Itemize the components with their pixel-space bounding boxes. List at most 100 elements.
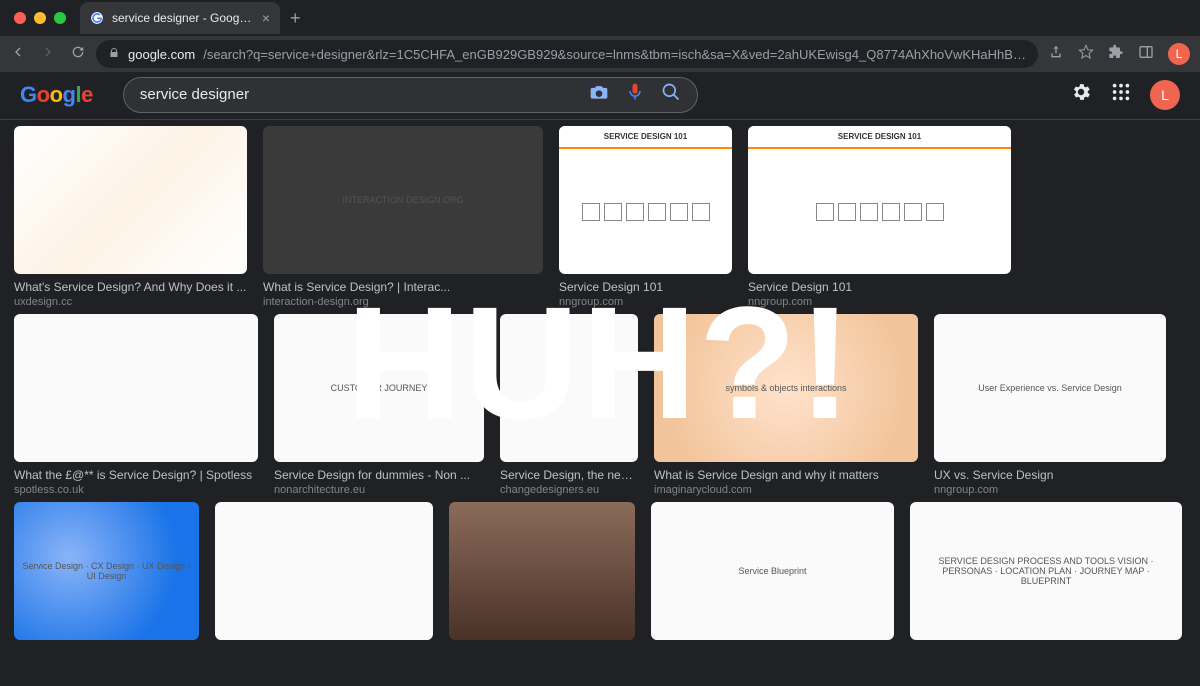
image-result[interactable]: INTERACTION DESIGN.ORG What is Service De…	[263, 126, 543, 308]
thumb-header-text: SERVICE DESIGN 101	[559, 126, 732, 149]
result-title: UX vs. Service Design	[934, 468, 1166, 482]
image-result[interactable]: CUSTOMER JOURNEY Service Design for dummi…	[274, 314, 484, 496]
image-result[interactable]: Service Design, the new Change ... change…	[500, 314, 638, 496]
apps-icon[interactable]	[1110, 81, 1132, 108]
mic-icon[interactable]	[625, 82, 645, 107]
back-button[interactable]	[10, 44, 26, 65]
toolbar-right: L	[1048, 43, 1190, 65]
thumb-inner-text: INTERACTION DESIGN.ORG	[263, 126, 543, 274]
thumb-inner-text	[14, 126, 247, 274]
extensions-icon[interactable]	[1108, 44, 1124, 65]
google-logo[interactable]: Google	[20, 82, 93, 108]
thumb-inner-text	[14, 314, 258, 462]
account-avatar[interactable]: L	[1150, 80, 1180, 110]
result-source: uxdesign.cc	[14, 296, 247, 308]
result-thumbnail[interactable]: SERVICE DESIGN 101	[748, 126, 1011, 274]
image-result[interactable]: SERVICE DESIGN 101 Service Design 101 nngr…	[748, 126, 1011, 308]
search-bar[interactable]	[123, 77, 698, 113]
nav-buttons	[10, 44, 86, 65]
thumb-header-text: SERVICE DESIGN 101	[748, 126, 1011, 149]
result-thumbnail[interactable]	[449, 502, 635, 640]
result-title: What the £@** is Service Design? | Spotl…	[14, 468, 258, 482]
image-results-grid: What's Service Design? And Why Does it .…	[0, 120, 1200, 646]
image-result[interactable]: What's Service Design? And Why Does it .…	[14, 126, 247, 308]
profile-avatar[interactable]: L	[1168, 43, 1190, 65]
result-thumbnail[interactable]: User Experience vs. Service Design	[934, 314, 1166, 462]
panel-icon[interactable]	[1138, 44, 1154, 65]
settings-icon[interactable]	[1070, 81, 1092, 108]
result-title: Service Design, the new Change ...	[500, 468, 638, 482]
image-result[interactable]: symbols & objects interactions What is Se…	[654, 314, 918, 496]
thumb-inner-text: Service Blueprint	[651, 502, 894, 640]
result-title: Service Design for dummies - Non ...	[274, 468, 484, 482]
image-result[interactable]: SERVICE DESIGN PROCESS AND TOOLS VISION …	[910, 502, 1182, 640]
result-thumbnail[interactable]: symbols & objects interactions	[654, 314, 918, 462]
browser-toolbar: google.com /search?q=service+designer&rl…	[0, 36, 1200, 72]
search-bar-icons	[589, 82, 681, 107]
share-icon[interactable]	[1048, 44, 1064, 65]
image-result[interactable]: Service Blueprint	[651, 502, 894, 640]
forward-button[interactable]	[40, 44, 56, 65]
tab-title: service designer - Google Sear…	[112, 11, 254, 25]
thumb-inner-text	[449, 502, 635, 640]
result-thumbnail[interactable]	[14, 126, 247, 274]
results-row: Service Design · CX Design · UX Design ·…	[14, 502, 1186, 640]
image-result[interactable]: User Experience vs. Service Design UX vs.…	[934, 314, 1166, 496]
result-thumbnail[interactable]: INTERACTION DESIGN.ORG	[263, 126, 543, 274]
window-minimize-button[interactable]	[34, 12, 46, 24]
tab-close-icon[interactable]: ×	[262, 10, 270, 26]
thumb-inner-text: CUSTOMER JOURNEY	[274, 314, 484, 462]
result-thumbnail[interactable]: SERVICE DESIGN 101	[559, 126, 732, 274]
result-thumbnail[interactable]	[500, 314, 638, 462]
camera-icon[interactable]	[589, 82, 609, 107]
result-title: Service Design 101	[559, 280, 732, 294]
image-result[interactable]: Service Design · CX Design · UX Design ·…	[14, 502, 199, 640]
thumb-inner-text: SERVICE DESIGN PROCESS AND TOOLS VISION …	[910, 502, 1182, 640]
search-icon[interactable]	[661, 82, 681, 107]
browser-tab[interactable]: service designer - Google Sear… ×	[80, 2, 280, 34]
result-source: changedesigners.eu	[500, 484, 638, 496]
google-header: Google L	[0, 72, 1200, 120]
new-tab-button[interactable]: +	[280, 8, 311, 29]
results-row: What the £@** is Service Design? | Spotl…	[14, 314, 1186, 496]
url-path: /search?q=service+designer&rlz=1C5CHFA_e…	[203, 47, 1026, 62]
result-thumbnail[interactable]: SERVICE DESIGN PROCESS AND TOOLS VISION …	[910, 502, 1182, 640]
header-right: L	[1070, 80, 1180, 110]
result-title: Service Design 101	[748, 280, 1011, 294]
thumb-inner-text: User Experience vs. Service Design	[934, 314, 1166, 462]
result-title: What is Service Design? | Interac...	[263, 280, 543, 294]
result-thumbnail[interactable]: Service Blueprint	[651, 502, 894, 640]
result-source: imaginarycloud.com	[654, 484, 918, 496]
bookmark-icon[interactable]	[1078, 44, 1094, 65]
reload-button[interactable]	[70, 44, 86, 65]
thumb-inner-text: symbols & objects interactions	[654, 314, 918, 462]
image-result[interactable]	[449, 502, 635, 640]
google-favicon	[90, 11, 104, 25]
result-source: nngroup.com	[559, 296, 732, 308]
result-source: nonarchitecture.eu	[274, 484, 484, 496]
window-controls	[8, 12, 66, 24]
result-source: nngroup.com	[748, 296, 1011, 308]
result-source: nngroup.com	[934, 484, 1166, 496]
result-thumbnail[interactable]	[14, 314, 258, 462]
result-thumbnail[interactable]: CUSTOMER JOURNEY	[274, 314, 484, 462]
url-host: google.com	[128, 47, 195, 62]
lock-icon	[108, 47, 120, 62]
window-maximize-button[interactable]	[54, 12, 66, 24]
results-row: What's Service Design? And Why Does it .…	[14, 126, 1186, 308]
result-thumbnail[interactable]: Service Design · CX Design · UX Design ·…	[14, 502, 199, 640]
search-input[interactable]	[140, 86, 575, 103]
result-title: What is Service Design and why it matter…	[654, 468, 918, 482]
result-thumbnail[interactable]	[215, 502, 433, 640]
result-source: interaction-design.org	[263, 296, 543, 308]
result-source: spotless.co.uk	[14, 484, 258, 496]
thumb-inner-text	[215, 502, 433, 640]
image-result[interactable]	[215, 502, 433, 640]
window-close-button[interactable]	[14, 12, 26, 24]
result-title: What's Service Design? And Why Does it .…	[14, 280, 247, 294]
image-result[interactable]: What the £@** is Service Design? | Spotl…	[14, 314, 258, 496]
address-bar[interactable]: google.com /search?q=service+designer&rl…	[96, 40, 1038, 68]
thumb-inner-text	[500, 314, 638, 462]
thumb-inner-text: Service Design · CX Design · UX Design ·…	[14, 502, 199, 640]
image-result[interactable]: SERVICE DESIGN 101 Service Design 101 nngr…	[559, 126, 732, 308]
